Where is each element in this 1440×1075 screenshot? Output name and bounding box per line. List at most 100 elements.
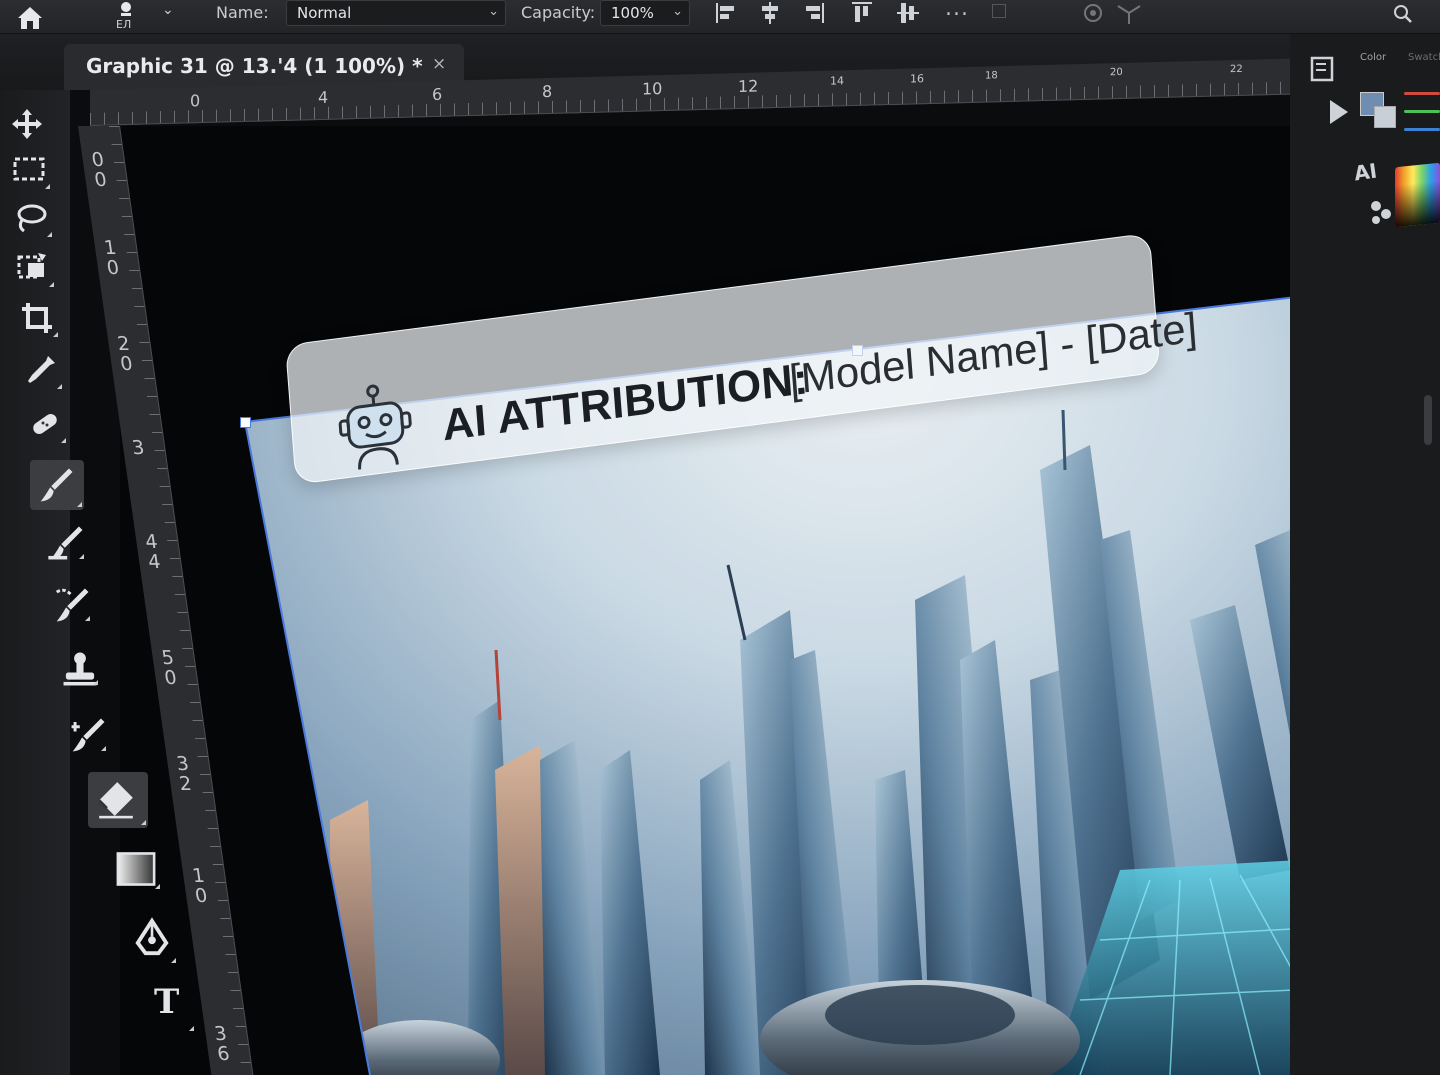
submenu-indicator: [47, 232, 52, 237]
ruler-ticks: [90, 81, 1290, 125]
symmetry-icon[interactable]: [1114, 0, 1144, 26]
ruler-label: 18: [985, 70, 998, 82]
ruler-label: 12: [738, 76, 759, 97]
color-panel-tab[interactable]: Color: [1360, 52, 1386, 63]
ruler-label: 3: [130, 437, 146, 459]
healing-tool[interactable]: [22, 402, 68, 446]
align-right-button[interactable]: [801, 0, 827, 26]
capacity-label: Capacity:: [521, 3, 596, 22]
submenu-indicator: [53, 332, 58, 337]
blend-mode-value: Normal: [297, 4, 352, 22]
tools-panel: T: [0, 90, 194, 1075]
lasso-tool[interactable]: [8, 196, 54, 240]
submenu-indicator: [141, 820, 146, 825]
submenu-indicator: [189, 1026, 194, 1031]
capacity-field[interactable]: 100% ⌄: [600, 0, 690, 26]
transform-handle-top-left[interactable]: [240, 417, 251, 428]
chevron-down-icon: ⌄: [672, 4, 683, 19]
ruler-label: 4: [318, 87, 329, 108]
submenu-indicator: [77, 502, 82, 507]
ruler-label: 10: [642, 79, 663, 99]
move-icon: [12, 109, 42, 139]
align-left-button[interactable]: [713, 0, 739, 26]
align-top-button[interactable]: [849, 0, 875, 26]
ruler-label: 8: [542, 81, 553, 102]
align-center-button[interactable]: [757, 0, 783, 26]
history-brush-tool[interactable]: [46, 580, 92, 624]
ruler-label: 22: [1230, 63, 1243, 76]
submenu-indicator: [61, 438, 66, 443]
chevron-down-icon: ⌄: [488, 4, 499, 19]
submenu-indicator: [85, 616, 90, 621]
history-panel-button[interactable]: [1306, 52, 1346, 92]
ruler-label: 5 0: [160, 647, 179, 689]
document-title: Graphic 31 @ 13.'4 (1 100%) *: [86, 54, 423, 78]
clone-stamp-tool[interactable]: [54, 644, 100, 688]
ruler-label: 3 2: [175, 753, 194, 795]
ruler-label: 1 0: [102, 237, 121, 279]
gradient-icon: [116, 852, 156, 886]
ruler-label: 0: [190, 91, 201, 111]
search-icon: [1394, 5, 1412, 23]
actions-panel-button[interactable]: [1320, 94, 1360, 134]
type-tool[interactable]: T: [140, 980, 196, 1034]
eyedropper-icon: [28, 356, 55, 383]
object-select-tool[interactable]: [10, 246, 56, 290]
art-history-tool[interactable]: [62, 710, 108, 754]
gradient-tool[interactable]: [108, 842, 162, 892]
ruler-label: 2 0: [116, 333, 135, 375]
move-tool[interactable]: [4, 102, 50, 146]
lasso-icon: [17, 204, 47, 233]
settings-icon[interactable]: [1080, 0, 1106, 26]
color-spectrum[interactable]: [1395, 162, 1440, 228]
align-right-icon: [806, 3, 824, 23]
eyedropper-tool[interactable]: [18, 348, 64, 392]
align-left-icon: [716, 3, 734, 23]
checkbox[interactable]: [992, 4, 1006, 18]
background-color-swatch[interactable]: [1374, 106, 1396, 128]
submenu-indicator: [49, 282, 54, 287]
bandage-icon: [33, 413, 57, 435]
green-slider[interactable]: [1404, 110, 1440, 113]
align-center-icon: [762, 2, 778, 24]
type-icon: T: [154, 982, 180, 1022]
scrollbar-thumb[interactable]: [1424, 395, 1432, 445]
submenu-indicator: [57, 384, 62, 389]
home-icon: [18, 7, 42, 29]
eraser-icon: [98, 782, 133, 819]
align-top-icon: [852, 2, 872, 22]
crop-tool[interactable]: [14, 296, 60, 340]
marquee-icon: [13, 157, 45, 181]
close-tab-button[interactable]: ×: [432, 54, 446, 74]
preset-size-label: EЛ: [116, 18, 132, 31]
history-icon: [1310, 56, 1334, 82]
eraser-tool[interactable]: [88, 772, 148, 828]
object-select-icon: [17, 253, 46, 279]
brush-tool[interactable]: [30, 460, 84, 510]
align-middle-button[interactable]: [895, 0, 921, 26]
marquee-tool[interactable]: [6, 148, 52, 192]
submenu-indicator: [93, 680, 98, 685]
brush-icon: [40, 468, 73, 502]
blend-mode-select[interactable]: Normal ⌄: [286, 0, 506, 26]
ruler-label: 16: [910, 72, 924, 86]
search-button[interactable]: [1390, 2, 1416, 26]
align-buttons: [705, 0, 935, 30]
home-button[interactable]: [10, 2, 50, 32]
ruler-label: 14: [830, 74, 844, 88]
tool-preset-picker[interactable]: EЛ ⌄: [100, 0, 190, 34]
submenu-indicator: [79, 554, 84, 559]
submenu-indicator: [171, 958, 176, 963]
ruler-label: 0 0: [90, 149, 109, 191]
dimmed-options: [990, 0, 1170, 30]
ruler-label: 4 4: [143, 531, 162, 573]
ruler-label: 3 6: [213, 1023, 232, 1065]
swatches-panel-tab[interactable]: Swatches: [1408, 52, 1440, 63]
mixer-brush-tool[interactable]: [40, 518, 86, 562]
ai-panel-button[interactable]: AI: [1352, 159, 1378, 186]
chevron-down-icon[interactable]: ⌄: [162, 2, 174, 18]
more-options-button[interactable]: ...: [945, 0, 969, 21]
red-slider[interactable]: [1404, 92, 1440, 95]
blue-slider[interactable]: [1404, 128, 1440, 131]
pen-tool[interactable]: [124, 912, 178, 966]
